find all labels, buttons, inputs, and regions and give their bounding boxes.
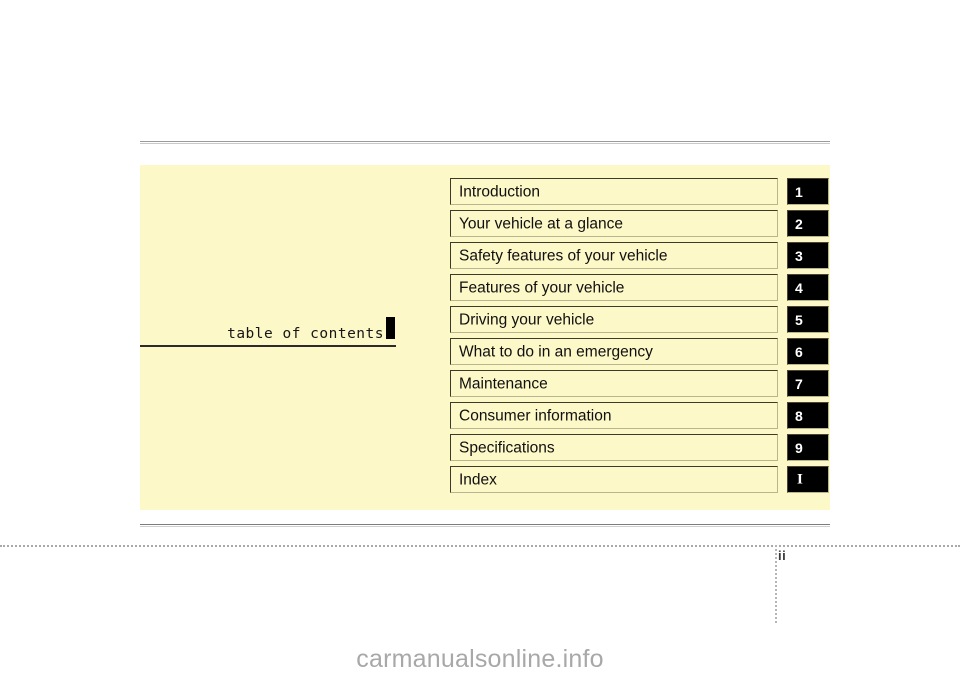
chapter-number-badge[interactable]: I (787, 466, 829, 493)
chapter-number-label: 2 (795, 215, 803, 232)
contents-row-box[interactable]: Specifications (450, 434, 778, 461)
contents-row-box[interactable]: What to do in an emergency (450, 338, 778, 365)
chapter-number-badge[interactable]: 4 (787, 274, 829, 301)
contents-row-label: Introduction (459, 182, 540, 200)
crop-guide-horizontal (0, 545, 960, 547)
list-item[interactable]: Features of your vehicle 4 (450, 274, 830, 301)
chapter-number-label: I (797, 471, 803, 487)
contents-row-label: Maintenance (459, 374, 548, 392)
contents-row-box[interactable]: Maintenance (450, 370, 778, 397)
chapter-number-badge[interactable]: 6 (787, 338, 829, 365)
contents-row-label: Features of your vehicle (459, 278, 625, 296)
page-title: table of contents (227, 326, 384, 342)
contents-row-box[interactable]: Features of your vehicle (450, 274, 778, 301)
contents-row-label: Your vehicle at a glance (459, 214, 624, 232)
contents-row-box[interactable]: Consumer information (450, 402, 778, 429)
chapter-number-label: 6 (795, 343, 803, 360)
list-item[interactable]: Driving your vehicle 5 (450, 306, 830, 333)
chapter-number-badge[interactable]: 3 (787, 242, 829, 269)
page-number: ii (778, 548, 787, 563)
list-item[interactable]: What to do in an emergency 6 (450, 338, 830, 365)
chapter-number-label: 3 (795, 247, 803, 264)
list-item[interactable]: Maintenance 7 (450, 370, 830, 397)
chapter-number-label: 7 (795, 375, 803, 392)
contents-row-label: Consumer information (459, 406, 612, 424)
header-rule (140, 141, 830, 144)
chapter-number-label: 4 (795, 279, 803, 296)
chapter-number-label: 8 (795, 407, 803, 424)
list-item[interactable]: Your vehicle at a glance 2 (450, 210, 830, 237)
chapter-number-badge[interactable]: 1 (787, 178, 829, 205)
heading-block-marker-icon (386, 317, 395, 339)
chapter-number-badge[interactable]: 2 (787, 210, 829, 237)
contents-list: Introduction 1 Your vehicle at a glance … (450, 178, 830, 498)
chapter-number-badge[interactable]: 5 (787, 306, 829, 333)
contents-row-box[interactable]: Your vehicle at a glance (450, 210, 778, 237)
list-item[interactable]: Consumer information 8 (450, 402, 830, 429)
contents-row-label: Driving your vehicle (459, 310, 595, 328)
contents-row-box[interactable]: Driving your vehicle (450, 306, 778, 333)
contents-row-label: Specifications (459, 438, 555, 456)
contents-row-label: What to do in an emergency (459, 342, 653, 360)
chapter-number-label: 9 (795, 439, 803, 456)
list-item[interactable]: Specifications 9 (450, 434, 830, 461)
list-item[interactable]: Safety features of your vehicle 3 (450, 242, 830, 269)
list-item[interactable]: Introduction 1 (450, 178, 830, 205)
chapter-number-badge[interactable]: 9 (787, 434, 829, 461)
list-item[interactable]: Index I (450, 466, 830, 493)
footer-rule (140, 524, 830, 527)
chapter-number-label: 5 (795, 311, 803, 328)
chapter-number-badge[interactable]: 7 (787, 370, 829, 397)
crop-guide-vertical (775, 545, 777, 623)
contents-row-box[interactable]: Introduction (450, 178, 778, 205)
table-of-contents-panel: table of contents Introduction 1 Your ve… (140, 165, 830, 510)
contents-row-box[interactable]: Index (450, 466, 778, 493)
contents-row-label: Safety features of your vehicle (459, 246, 668, 264)
chapter-number-label: 1 (795, 183, 803, 200)
contents-row-box[interactable]: Safety features of your vehicle (450, 242, 778, 269)
watermark: carmanualsonline.info (356, 645, 604, 673)
chapter-number-badge[interactable]: 8 (787, 402, 829, 429)
table-of-contents-heading: table of contents (140, 313, 396, 347)
contents-row-label: Index (459, 470, 497, 488)
